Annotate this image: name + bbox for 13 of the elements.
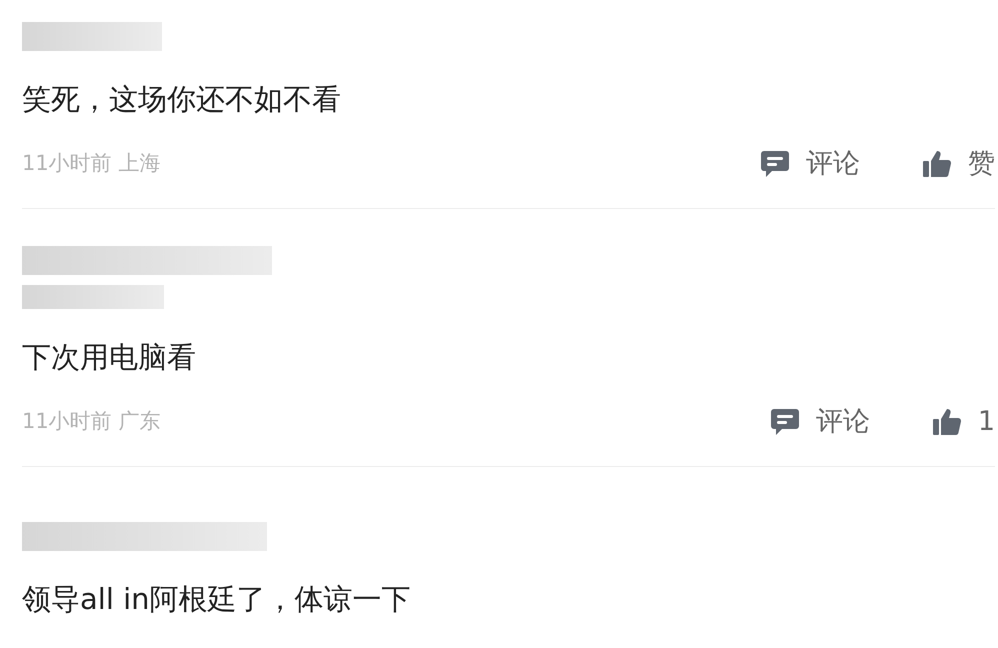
reply-link[interactable]: 评论 [816,402,870,442]
reply-link[interactable]: 评论 [806,144,860,184]
comment-icon [760,149,790,179]
like-link[interactable]: 1 [978,402,995,442]
comment-text: 领导all in阿根廷了，体谅一下 [22,581,412,618]
comment-time: 11小时前 广东 [22,408,160,436]
thumbs-up-icon [932,407,962,437]
comment-text: 下次用电脑看 [22,339,197,376]
comment-icon [770,407,800,437]
comment-text: 笑死，这场你还不如不看 [22,81,342,118]
comment-time: 11小时前 上海 [22,150,160,178]
like-link[interactable]: 赞 [968,144,995,184]
thumbs-up-icon [922,149,952,179]
